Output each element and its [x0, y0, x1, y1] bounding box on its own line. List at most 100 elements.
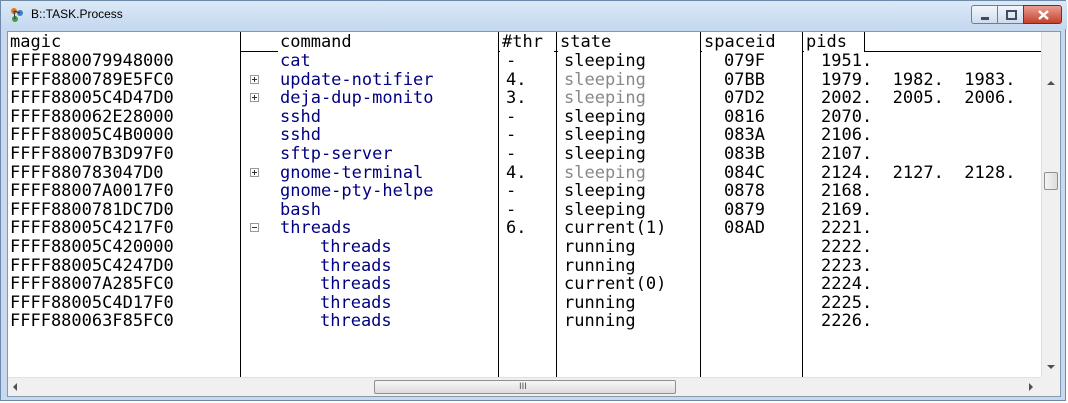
- command-cell[interactable]: gnome-terminal: [280, 163, 423, 183]
- title-bar[interactable]: B::TASK.Process: [1, 1, 1067, 29]
- pids-cell: 2106.: [821, 125, 873, 146]
- thread-count-cell: 3.: [506, 88, 527, 109]
- vertical-scrollbar[interactable]: [1041, 32, 1060, 377]
- collapse-icon[interactable]: [250, 223, 259, 233]
- process-table-panel: magic command #thr state spaceid pids FF…: [7, 31, 1061, 397]
- state-cell: sleeping: [564, 125, 646, 146]
- table-row[interactable]: FFFF88007A285FC0 threads current(0) 2224.: [8, 275, 1041, 294]
- state-cell: sleeping: [564, 51, 646, 71]
- scroll-right-arrow-icon[interactable]: [1028, 383, 1034, 391]
- spaceid-cell: 084C: [724, 162, 765, 183]
- command-cell[interactable]: threads: [320, 293, 392, 313]
- table-row[interactable]: FFFF88005C420000 threads running 2222.: [8, 238, 1041, 257]
- state-cell: running: [564, 237, 636, 257]
- spaceid-cell: 0878: [724, 181, 765, 202]
- pids-cell: 1951.: [821, 51, 873, 71]
- state-cell: running: [564, 311, 636, 332]
- maximize-icon: [1006, 10, 1017, 20]
- state-cell: sleeping: [564, 144, 646, 164]
- close-icon: [1038, 10, 1049, 20]
- command-cell[interactable]: threads: [320, 275, 392, 294]
- magic-cell: FFFF8800789E5FC0: [10, 69, 174, 90]
- table-row[interactable]: FFFF8800781DC7D0 bash - sleeping 0879 2169.: [8, 199, 1041, 220]
- expand-icon[interactable]: [250, 93, 259, 103]
- window-title: B::TASK.Process: [31, 7, 123, 21]
- pids-cell: 2002. 2005. 2006.: [821, 88, 1016, 109]
- thread-count-cell: -: [506, 199, 517, 220]
- magic-cell: FFFF88005C4D17F0: [10, 292, 174, 313]
- pids-cell: 2221.: [821, 218, 873, 239]
- horizontal-scrollbar[interactable]: III: [8, 377, 1041, 396]
- magic-cell: FFFF88005C4247D0: [10, 255, 174, 276]
- table-row[interactable]: FFFF880783047D0 gnome-terminal 4. sleeping 0…: [8, 162, 1041, 183]
- maximize-button[interactable]: [997, 5, 1024, 24]
- pids-cell: 2124. 2127. 2128.: [821, 162, 1016, 183]
- table-row[interactable]: FFFF88005C4247D0 threads running 2223.: [8, 255, 1041, 276]
- table-row[interactable]: FFFF88007A0017F0 gnome-pty-helpe - sleeping…: [8, 182, 1041, 201]
- expand-icon[interactable]: [250, 167, 259, 177]
- column-header-pids[interactable]: pids: [804, 32, 864, 52]
- scroll-down-arrow-icon[interactable]: [1047, 364, 1055, 370]
- column-header-state[interactable]: state: [558, 32, 700, 52]
- state-cell: current(1): [564, 218, 667, 239]
- column-header-magic[interactable]: magic: [8, 32, 240, 52]
- column-header-thr[interactable]: #thr: [500, 32, 554, 52]
- command-cell[interactable]: bash: [280, 200, 321, 220]
- scroll-left-arrow-icon[interactable]: [12, 383, 18, 391]
- scroll-up-arrow-icon[interactable]: [1047, 80, 1055, 86]
- thread-count-cell: 4.: [506, 162, 527, 183]
- pids-cell: 2169.: [821, 199, 873, 220]
- resize-grip[interactable]: [1041, 377, 1060, 396]
- table-row[interactable]: FFFF880062E28000 sshd - sleeping 0816 2070.: [8, 106, 1041, 127]
- state-cell: current(0): [564, 274, 667, 295]
- command-cell[interactable]: threads: [320, 312, 392, 331]
- state-cell: running: [564, 255, 636, 276]
- table-row[interactable]: FFFF88005C4D47D0 deja-dup-monito 3. sleepin…: [8, 89, 1041, 108]
- thread-count-cell: -: [506, 144, 517, 164]
- command-cell[interactable]: threads: [320, 256, 392, 276]
- magic-cell: FFFF88007A285FC0: [10, 274, 174, 295]
- column-divider: [864, 32, 865, 52]
- command-cell[interactable]: sshd: [280, 107, 321, 127]
- close-button[interactable]: [1023, 5, 1062, 24]
- spaceid-cell: 07D2: [724, 88, 765, 109]
- thread-count-cell: [506, 257, 554, 276]
- state-cell: sleeping: [564, 106, 646, 127]
- thread-count-cell: -: [506, 181, 517, 202]
- spaceid-cell: 083A: [724, 125, 765, 146]
- horizontal-scroll-thumb[interactable]: III: [374, 380, 676, 394]
- command-cell[interactable]: deja-dup-monito: [280, 89, 434, 108]
- command-cell[interactable]: cat: [280, 52, 311, 71]
- scroll-grip: III: [519, 382, 527, 392]
- magic-cell: FFFF880063F85FC0: [10, 311, 174, 332]
- minimize-button[interactable]: [971, 5, 998, 24]
- thread-count-cell: [506, 275, 554, 294]
- thread-count-cell: -: [506, 125, 517, 146]
- state-cell: running: [564, 292, 636, 313]
- spaceid-cell: 07BB: [724, 69, 765, 90]
- table-row[interactable]: FFFF88007B3D97F0 sftp-server - sleeping 083B…: [8, 145, 1041, 164]
- thread-count-cell: [506, 312, 554, 331]
- table-row[interactable]: FFFF880079948000 cat - sleeping 079F 1951.: [8, 52, 1041, 71]
- table-row[interactable]: FFFF88005C4B0000 sshd - sleeping 083A 2106.: [8, 126, 1041, 145]
- table-row[interactable]: FFFF8800789E5FC0 update-notifier 4. sleepin…: [8, 69, 1041, 90]
- command-cell[interactable]: gnome-pty-helpe: [280, 182, 434, 201]
- column-header-command[interactable]: command: [278, 32, 498, 52]
- command-cell[interactable]: sftp-server: [280, 145, 393, 164]
- pids-cell: 2223.: [821, 255, 873, 276]
- command-cell[interactable]: update-notifier: [280, 70, 434, 90]
- table-row[interactable]: FFFF88005C4217F0 threads 6. current(1) 08AD 2…: [8, 219, 1041, 238]
- state-cell: sleeping: [564, 199, 646, 220]
- command-cell[interactable]: threads: [320, 238, 392, 257]
- command-cell[interactable]: sshd: [280, 126, 321, 145]
- spaceid-cell: 0879: [724, 199, 765, 220]
- table-row[interactable]: FFFF880063F85FC0 threads running 2226.: [8, 312, 1041, 331]
- command-cell[interactable]: threads: [280, 219, 352, 238]
- table-row[interactable]: FFFF88005C4D17F0 threads running 2225.: [8, 292, 1041, 313]
- column-header-spaceid[interactable]: spaceid: [702, 32, 802, 52]
- vertical-scroll-thumb[interactable]: [1044, 172, 1058, 190]
- expand-icon[interactable]: [250, 74, 259, 84]
- magic-cell: FFFF88007A0017F0: [10, 181, 174, 202]
- pids-cell: 2224.: [821, 274, 873, 295]
- spaceid-cell: 0816: [724, 106, 765, 127]
